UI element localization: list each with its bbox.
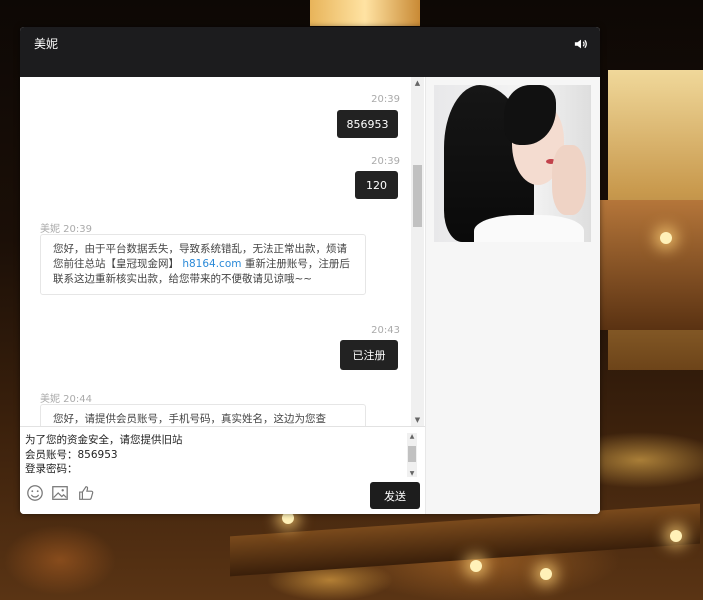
background-lamp — [470, 560, 482, 572]
scroll-down-arrow-icon[interactable]: ▼ — [407, 470, 417, 477]
speaker-icon[interactable] — [574, 37, 588, 51]
image-icon[interactable] — [51, 484, 69, 502]
message-bubble-agent: 您好，由于平台数据丢失，导致系统错乱，无法正常出款，烦请您前往总站【皇冠现金网】… — [40, 234, 366, 295]
message-text: 您好，请提供会员账号，手机号码，真实姓名，这边为您查 — [53, 413, 326, 425]
background-building-top — [310, 0, 420, 26]
photo-shoulder — [474, 215, 584, 242]
background-lamp — [670, 530, 682, 542]
message-time: 20:43 — [371, 325, 400, 336]
chat-window: 美妮 20:39 856953 20:39 120 美妮 20:39 您好，由于… — [20, 27, 600, 514]
emoji-icon[interactable] — [26, 484, 44, 502]
scroll-thumb[interactable] — [408, 446, 416, 462]
message-scrollbar[interactable]: ▲ ▼ — [411, 77, 424, 426]
message-sender-time: 美妮 20:44 — [40, 394, 92, 405]
agent-name: 美妮 — [34, 37, 59, 51]
message-bubble-self: 856953 — [337, 110, 398, 138]
scroll-up-arrow-icon[interactable]: ▲ — [411, 77, 424, 89]
agent-photo — [434, 85, 591, 242]
scroll-down-arrow-icon[interactable]: ▼ — [411, 414, 424, 426]
background-lamp — [540, 568, 552, 580]
title-bar: 美妮 — [20, 27, 600, 77]
thumbs-up-icon[interactable] — [77, 484, 95, 502]
message-input[interactable]: 为了您的资金安全，请您提供旧站 会员账号：856953 登录密码： 取款密码： — [25, 433, 405, 477]
agent-profile-panel — [426, 77, 600, 514]
send-button[interactable]: 发送 — [370, 482, 420, 509]
scroll-up-arrow-icon[interactable]: ▲ — [407, 433, 417, 440]
input-scrollbar[interactable]: ▲ ▼ — [407, 433, 417, 477]
message-bubble-self: 已注册 — [340, 340, 398, 370]
composer: 为了您的资金安全，请您提供旧站 会员账号：856953 登录密码： 取款密码： … — [20, 426, 425, 514]
message-time: 20:39 — [371, 94, 400, 105]
photo-hand — [552, 145, 586, 215]
message-bubble-agent: 您好，请提供会员账号，手机号码，真实姓名，这边为您查 — [40, 404, 366, 426]
message-bubble-self: 120 — [355, 171, 398, 199]
background-arches — [600, 200, 703, 330]
message-link[interactable]: h8164.com — [182, 258, 241, 270]
message-sender-time: 美妮 20:39 — [40, 224, 92, 235]
message-time: 20:39 — [371, 156, 400, 167]
scroll-thumb[interactable] — [413, 165, 422, 227]
background-lamp — [660, 232, 672, 244]
background-bridge — [230, 503, 700, 577]
message-list[interactable]: 20:39 856953 20:39 120 美妮 20:39 您好，由于平台数… — [20, 77, 426, 426]
